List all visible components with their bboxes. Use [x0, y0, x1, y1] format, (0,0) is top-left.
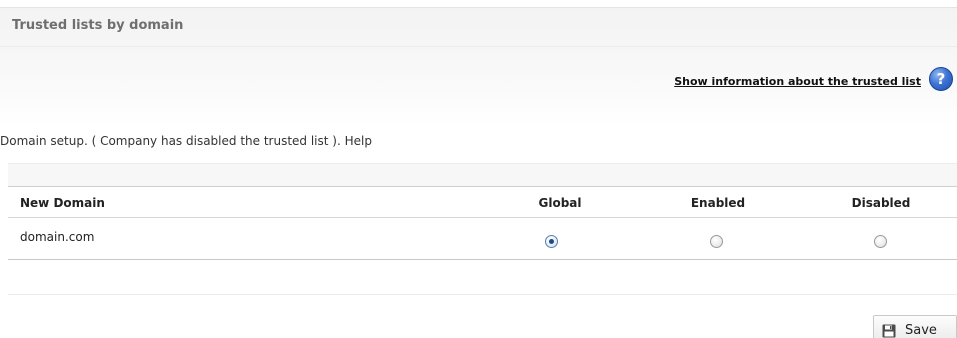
header-title-bar: Trusted lists by domain	[0, 8, 957, 47]
table-top-band	[8, 163, 957, 187]
footer-divider	[8, 294, 957, 295]
trusted-lists-page: Trusted lists by domain Show information…	[0, 0, 957, 338]
table-header-row: New Domain Global Enabled Disabled	[8, 186, 957, 218]
trusted-lists-header: Trusted lists by domain Show information…	[0, 7, 957, 126]
global-radio[interactable]	[545, 235, 558, 248]
column-header-enabled: Enabled	[690, 196, 746, 210]
show-trusted-list-info-link[interactable]: Show information about the trusted list	[674, 75, 921, 88]
column-header-disabled: Disabled	[851, 196, 911, 210]
column-header-global: Global	[538, 196, 582, 210]
column-header-new-domain: New Domain	[20, 196, 105, 210]
disabled-radio[interactable]	[874, 235, 887, 248]
table-row: domain.com	[8, 218, 957, 260]
domain-setup-message: Domain setup. ( Company has disabled the…	[0, 134, 341, 148]
enabled-radio[interactable]	[710, 235, 723, 248]
help-link[interactable]: Help	[345, 134, 372, 148]
domain-name-cell: domain.com	[20, 230, 95, 244]
domain-setup-text: Domain setup. ( Company has disabled the…	[0, 134, 372, 148]
page-title: Trusted lists by domain	[12, 18, 184, 33]
save-button-label: Save	[905, 323, 937, 338]
save-button[interactable]: Save	[873, 315, 957, 338]
help-icon[interactable]: ?	[929, 67, 953, 91]
floppy-disk-icon	[882, 324, 896, 338]
